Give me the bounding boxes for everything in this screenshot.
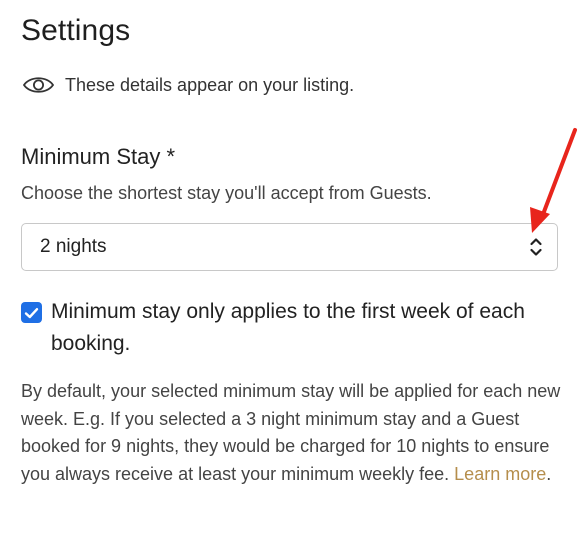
- first-week-checkbox[interactable]: [21, 302, 42, 323]
- notice-text: These details appear on your listing.: [65, 74, 355, 95]
- red-arrow-icon: [530, 128, 577, 233]
- listing-visibility-notice: These details appear on your listing.: [22, 72, 354, 98]
- description-trailing: .: [546, 463, 552, 484]
- learn-more-link[interactable]: Learn more: [454, 464, 546, 484]
- minimum-stay-label: Minimum Stay *: [21, 144, 176, 169]
- minimum-stay-select[interactable]: 2 nights: [21, 223, 558, 271]
- minimum-stay-help: Choose the shortest stay you'll accept f…: [21, 183, 432, 203]
- page-title: Settings: [21, 14, 131, 47]
- settings-page: Settings These details appear on your li…: [0, 0, 578, 544]
- first-week-option-label[interactable]: Minimum stay only applies to the first w…: [51, 296, 551, 360]
- eye-icon: [22, 74, 55, 96]
- minimum-stay-description: By default, your selected minimum stay w…: [21, 378, 561, 488]
- first-week-option[interactable]: Minimum stay only applies to the first w…: [21, 296, 551, 360]
- checkmark-icon: [24, 307, 39, 318]
- minimum-stay-selected-value: 2 nights: [40, 236, 107, 257]
